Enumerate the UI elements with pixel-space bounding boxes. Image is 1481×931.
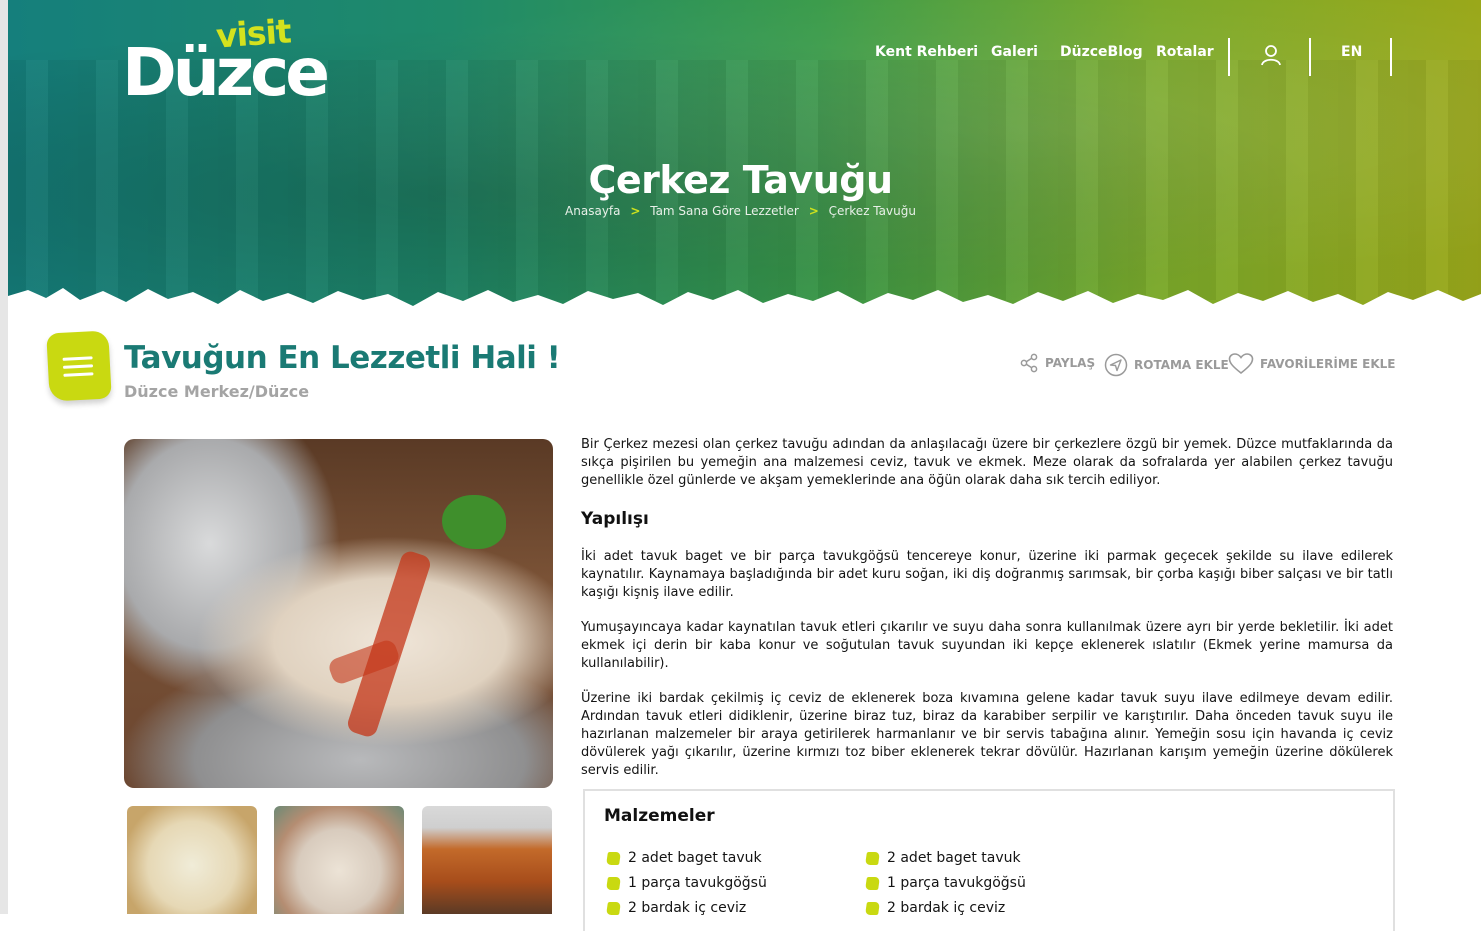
nav-divider [1390, 38, 1392, 76]
add-to-favorites-button[interactable]: FAVORİLERİME EKLE [1228, 353, 1395, 375]
nav-divider [1228, 38, 1230, 76]
route-label: ROTAMA EKLE [1134, 358, 1229, 372]
send-icon [1104, 353, 1128, 377]
location-label: Düzce Merkez/Düzce [124, 382, 310, 401]
gallery-thumbnail[interactable] [422, 806, 552, 914]
nav-duzceblog[interactable]: DüzceBlog [1060, 44, 1143, 60]
action-bar: PAYLAŞ ROTAMA EKLE FAVORİLERİME EKLE [0, 353, 1481, 377]
breadcrumb-current: Çerkez Tavuğu [828, 204, 916, 218]
user-icon[interactable] [1259, 43, 1283, 67]
nav-kent-rehberi[interactable]: Kent Rehberi [875, 44, 978, 60]
heart-icon [1228, 353, 1254, 375]
left-strip [0, 0, 8, 914]
preparation-paragraph-3: Üzerine iki bardak çekilmiş iç ceviz de … [581, 691, 1393, 778]
ingredient-text: 1 parça tavukgöğsü [887, 875, 1026, 891]
preparation-paragraph-1: İki adet tavuk baget ve bir parça tavukg… [581, 549, 1393, 600]
breadcrumb-category[interactable]: Tam Sana Göre Lezzetler [650, 204, 799, 218]
bullet-icon [865, 851, 880, 865]
ingredient-item: 2 adet baget tavuk [865, 850, 1021, 866]
intro-paragraph: Bir Çerkez mezesi olan çerkez tavuğu adı… [581, 437, 1393, 488]
favorites-label: FAVORİLERİME EKLE [1260, 357, 1396, 371]
preparation-paragraph-2: Yumuşayıncaya kadar kaynatılan tavuk etl… [581, 620, 1393, 671]
share-label: PAYLAŞ [1045, 356, 1096, 370]
ingredient-item: 1 parça tavukgöğsü [606, 875, 767, 891]
nav-galeri[interactable]: Galeri [991, 44, 1038, 60]
breadcrumb: Anasayfa > Tam Sana Göre Lezzetler > Çer… [0, 204, 1481, 218]
share-icon [1020, 353, 1038, 373]
bullet-icon [865, 876, 880, 890]
top-nav: Kent Rehberi Galeri DüzceBlog Rotalar EN [0, 38, 1481, 78]
bullet-icon [606, 901, 621, 915]
ingredient-item: 1 parça tavukgöğsü [865, 875, 1026, 891]
basil-leaf [442, 495, 506, 549]
preparation-heading: Yapılışı [581, 509, 649, 529]
bullet-icon [865, 901, 880, 915]
ingredient-text: 2 adet baget tavuk [628, 850, 762, 866]
ingredients-title: Malzemeler [604, 806, 715, 826]
chevron-right-icon: > [808, 204, 819, 218]
breadcrumb-home[interactable]: Anasayfa [565, 204, 620, 218]
torn-edge [8, 288, 1481, 322]
main-food-image[interactable] [124, 439, 553, 788]
chevron-right-icon: > [630, 204, 641, 218]
language-switch-en[interactable]: EN [1341, 44, 1362, 60]
ingredient-text: 1 parça tavukgöğsü [628, 875, 767, 891]
bullet-icon [606, 876, 621, 890]
share-button[interactable]: PAYLAŞ [1019, 353, 1095, 373]
add-to-route-button[interactable]: ROTAMA EKLE [1104, 353, 1229, 377]
ingredient-text: 2 adet baget tavuk [887, 850, 1021, 866]
gallery-thumbnail[interactable] [274, 806, 404, 914]
gallery-thumbnail[interactable] [127, 806, 257, 914]
nav-rotalar[interactable]: Rotalar [1156, 44, 1214, 60]
nav-divider [1309, 38, 1311, 76]
ingredient-item: 2 adet baget tavuk [606, 850, 762, 866]
hero-title: Çerkez Tavuğu [588, 158, 893, 202]
bullet-icon [606, 851, 621, 865]
